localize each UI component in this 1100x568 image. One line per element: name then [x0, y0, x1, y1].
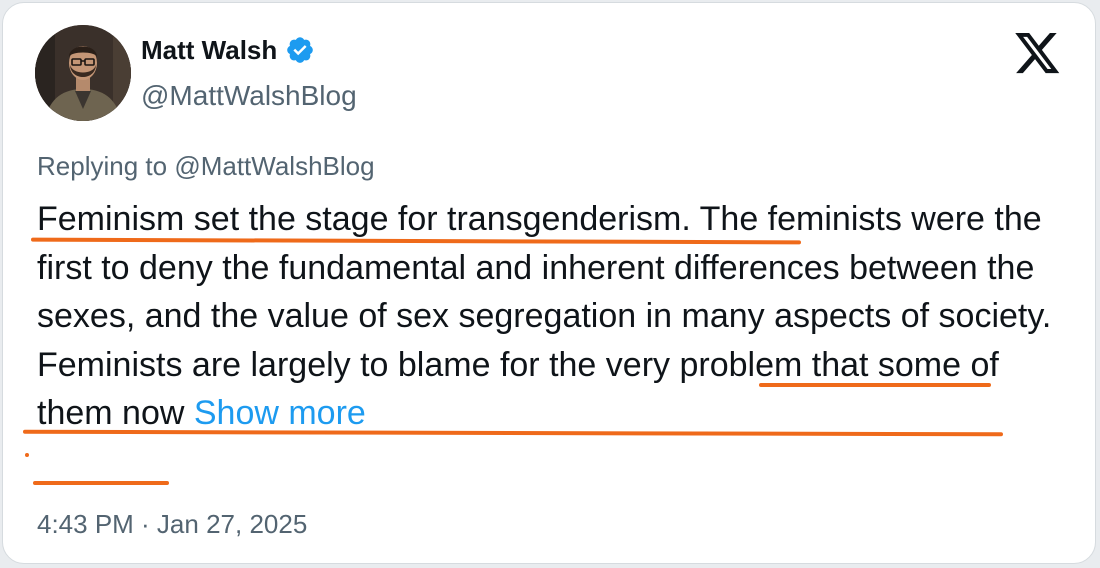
- annotation-dot: [25, 453, 29, 457]
- reply-handle-link[interactable]: @MattWalshBlog: [174, 151, 374, 181]
- show-more-link[interactable]: Show more: [194, 394, 366, 432]
- author-handle[interactable]: @MattWalshBlog: [141, 79, 357, 113]
- author-display-name[interactable]: Matt Walsh: [141, 35, 277, 65]
- profile-photo: [35, 25, 131, 121]
- annotation-underline: [759, 383, 991, 387]
- tweet-timestamp[interactable]: 4:43 PM · Jan 27, 2025: [37, 507, 307, 541]
- author-name-row: Matt Walsh: [141, 35, 315, 65]
- tweet-text-highlight-1: Feminism set the stage for transgenderis…: [37, 200, 682, 238]
- tweet-text: Feminism set the stage for transgenderis…: [37, 195, 1067, 438]
- avatar[interactable]: [35, 25, 131, 121]
- tweet-card: Matt Walsh @MattWalshBlog Replying to @M…: [2, 2, 1096, 564]
- annotation-underline: [33, 481, 169, 485]
- tweet-text-highlight-2: Feminists are largely to blame for the v…: [37, 345, 999, 433]
- replying-to-line: Replying to @MattWalshBlog: [37, 149, 375, 183]
- verified-badge-icon: [287, 37, 314, 63]
- reply-prefix: Replying to: [37, 151, 175, 181]
- x-logo-icon[interactable]: [1015, 33, 1061, 75]
